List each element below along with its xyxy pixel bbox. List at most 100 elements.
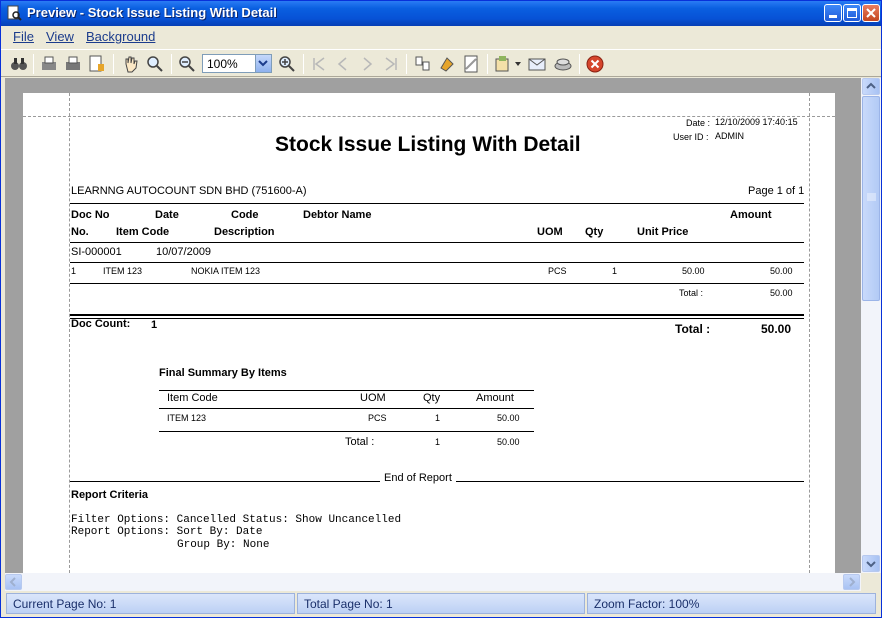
summary-top-rule (159, 390, 534, 391)
scroll-left-button[interactable] (5, 574, 22, 590)
status-bar: Current Page No: 1 Total Page No: 1 Zoom… (1, 592, 881, 617)
menu-file[interactable]: File (13, 29, 34, 44)
summary-header-rule (159, 408, 534, 409)
chevron-down-icon (866, 561, 876, 568)
close-preview-icon[interactable] (585, 54, 605, 74)
report-page: Date : 12/10/2009 17:40:15 User ID : ADM… (23, 93, 835, 573)
scroll-right-button[interactable] (843, 574, 860, 590)
print-icon[interactable] (63, 54, 83, 74)
col-doc-no: Doc No (71, 209, 110, 221)
close-icon (866, 8, 876, 18)
detail-uom: PCS (548, 266, 567, 276)
background-color-icon[interactable] (437, 54, 457, 74)
col-amount-header: Amount (730, 209, 772, 221)
zoom-out-icon[interactable] (177, 54, 197, 74)
summary-total-label: Total : (345, 436, 375, 448)
vertical-scroll-thumb[interactable] (862, 96, 880, 301)
doc-count-value: 1 (151, 319, 158, 331)
right-margin-guide (809, 93, 810, 573)
criteria-filter-options: Filter Options: Cancelled Status: Show U… (71, 514, 402, 526)
email-icon[interactable] (527, 54, 547, 74)
col-no: No. (71, 226, 89, 238)
first-page-icon[interactable] (309, 54, 329, 74)
summary-col-item-code: Item Code (167, 392, 218, 404)
status-current-page: Current Page No: 1 (6, 593, 295, 614)
col-uom: UOM (537, 226, 563, 238)
grand-total-label: Total : (675, 322, 711, 336)
detail-unit-price: 50.00 (682, 266, 705, 276)
next-page-icon[interactable] (357, 54, 377, 74)
date-value: 12/10/2009 17:40:15 (715, 117, 798, 127)
scroll-up-button[interactable] (862, 78, 880, 95)
menu-background[interactable]: Background (86, 29, 155, 44)
chevron-right-icon (849, 577, 856, 587)
preview-app-icon (7, 5, 22, 21)
close-button[interactable] (862, 4, 880, 22)
top-margin-guide (23, 116, 835, 117)
find-icon[interactable] (9, 54, 29, 74)
chevron-up-icon (866, 82, 876, 89)
end-of-report-rule-left (70, 481, 380, 482)
page-number: Page 1 of 1 (748, 185, 805, 197)
detail-no: 1 (71, 266, 77, 276)
minimize-button[interactable] (824, 4, 842, 22)
hand-tool-icon[interactable] (121, 54, 141, 74)
multiple-pages-icon[interactable] (413, 54, 433, 74)
grand-total-value: 50.00 (761, 322, 792, 336)
export-icon[interactable] (493, 54, 513, 74)
previous-page-icon[interactable] (333, 54, 353, 74)
doc-date: 10/07/2009 (156, 246, 212, 258)
doc-count-label: Doc Count: (71, 318, 131, 330)
detail-rule (70, 283, 804, 284)
page-setup-icon[interactable] (87, 54, 107, 74)
preview-window: Preview - Stock Issue Listing With Detai… (0, 0, 882, 618)
grand-total-rule-1 (70, 314, 804, 316)
col-unit-price: Unit Price (637, 226, 689, 238)
col-item-code: Item Code (116, 226, 170, 238)
watermark-icon[interactable] (461, 54, 481, 74)
title-bar[interactable]: Preview - Stock Issue Listing With Detai… (1, 1, 881, 26)
col-description: Description (214, 226, 275, 238)
detail-amount: 50.00 (770, 266, 793, 276)
date-label: Date : (686, 118, 711, 128)
criteria-report-options: Report Options: Sort By: Date (71, 526, 263, 538)
menu-view[interactable]: View (46, 29, 74, 44)
vertical-scrollbar[interactable] (861, 78, 881, 573)
col-code: Code (231, 209, 259, 221)
export-document-icon[interactable] (553, 54, 573, 74)
status-total-page: Total Page No: 1 (297, 593, 585, 614)
left-margin-guide (69, 93, 70, 573)
end-of-report-rule-right (456, 481, 804, 482)
header-top-rule (70, 203, 804, 204)
summary-total-amount: 50.00 (497, 437, 520, 447)
toolbar: 100% (1, 49, 881, 77)
detail-qty: 1 (612, 266, 618, 276)
summary-col-amount: Amount (476, 392, 514, 404)
chevron-down-icon[interactable] (255, 55, 271, 72)
scrollbar-corner (861, 573, 881, 591)
summary-total-qty: 1 (435, 437, 441, 447)
window-title: Preview - Stock Issue Listing With Detai… (27, 5, 277, 20)
maximize-button[interactable] (843, 4, 861, 22)
export-dropdown-icon[interactable] (515, 62, 521, 66)
grip-icon (867, 193, 876, 201)
preview-area[interactable]: Date : 12/10/2009 17:40:15 User ID : ADM… (5, 78, 861, 573)
zoom-in-icon[interactable] (277, 54, 297, 74)
doc-number: SI-000001 (71, 246, 122, 258)
summary-uom: PCS (368, 413, 387, 423)
doc-rule (70, 262, 804, 263)
summary-col-qty: Qty (423, 392, 441, 404)
magnifier-icon[interactable] (145, 54, 165, 74)
horizontal-scrollbar[interactable] (5, 573, 861, 591)
print-setup-icon[interactable] (39, 54, 59, 74)
zoom-select[interactable]: 100% (202, 54, 272, 73)
col-debtor-name: Debtor Name (303, 209, 372, 221)
summary-qty: 1 (435, 413, 441, 423)
detail-description: NOKIA ITEM 123 (191, 266, 261, 276)
col-qty: Qty (585, 226, 604, 238)
last-page-icon[interactable] (381, 54, 401, 74)
chevron-left-icon (9, 577, 16, 587)
scroll-down-button[interactable] (862, 555, 880, 572)
summary-col-uom: UOM (360, 392, 386, 404)
report-criteria-title: Report Criteria (71, 489, 149, 501)
